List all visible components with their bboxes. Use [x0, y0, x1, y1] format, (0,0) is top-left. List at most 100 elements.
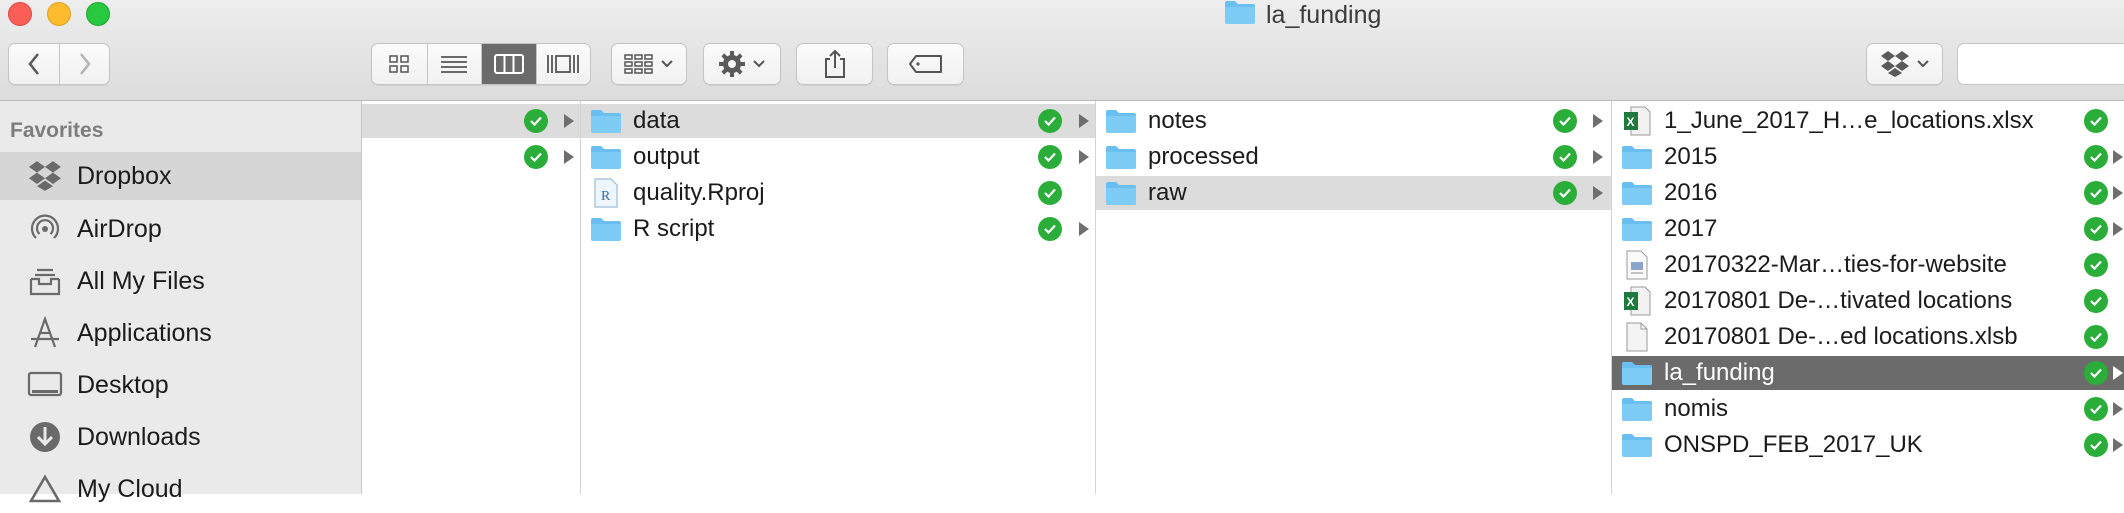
sidebar-item-airdrop[interactable]: AirDrop — [0, 205, 361, 253]
list-item[interactable]: la_funding — [1612, 356, 2124, 390]
list-view-icon — [441, 56, 468, 73]
minimize-window-button[interactable] — [47, 2, 71, 26]
dropbox-menu-button[interactable] — [1866, 43, 1943, 85]
search-input[interactable] — [1957, 43, 2124, 85]
navigation-buttons — [8, 43, 110, 85]
svg-text:X: X — [1627, 115, 1635, 129]
folder-icon — [1620, 394, 1654, 424]
folder-icon — [1620, 178, 1654, 208]
icon-view-icon — [389, 55, 409, 73]
document-file-icon — [1620, 250, 1654, 280]
arrange-grid-icon — [624, 54, 653, 74]
sync-check-icon — [1038, 109, 1062, 133]
sidebar-item-downloads[interactable]: Downloads — [0, 413, 361, 461]
file-name: output — [633, 143, 700, 170]
sidebar-item-all-my-files[interactable]: All My Files — [0, 257, 361, 305]
sidebar-item-dropbox[interactable]: Dropbox — [0, 152, 361, 200]
dropbox-icon — [26, 157, 64, 195]
list-item[interactable]: X 20170801 De-…tivated locations — [1612, 284, 2124, 318]
all-files-icon — [26, 262, 64, 300]
action-button[interactable] — [703, 43, 781, 85]
list-item[interactable]: raw — [1096, 176, 1611, 210]
column-view-icon — [493, 54, 524, 74]
disclosure-arrow-icon — [1593, 114, 1603, 128]
window-title: la_funding — [1224, 0, 1381, 30]
column-1 — [362, 101, 581, 494]
list-item[interactable]: output — [581, 140, 1095, 174]
disclosure-arrow-icon — [564, 150, 574, 164]
back-button[interactable] — [9, 44, 59, 84]
sidebar-item-applications[interactable]: Applications — [0, 309, 361, 357]
file-name: raw — [1148, 179, 1187, 206]
list-item[interactable]: nomis — [1612, 392, 2124, 426]
svg-text:X: X — [1627, 295, 1635, 309]
gallery-view-icon — [547, 55, 580, 73]
file-name: 2017 — [1664, 215, 1718, 242]
share-icon — [824, 49, 845, 78]
window-title-label: la_funding — [1266, 0, 1382, 29]
file-name: quality.Rproj — [633, 179, 765, 206]
sync-check-icon — [1553, 145, 1577, 169]
sync-check-icon — [2084, 325, 2108, 349]
sidebar-item-desktop[interactable]: Desktop — [0, 361, 361, 409]
list-item[interactable] — [362, 104, 580, 138]
file-name: 2016 — [1664, 179, 1718, 206]
gallery-view-button[interactable] — [535, 44, 591, 84]
forward-button[interactable] — [59, 44, 109, 84]
file-name: processed — [1148, 143, 1259, 170]
close-window-button[interactable] — [8, 2, 32, 26]
chevron-down-icon — [1916, 60, 1929, 68]
column-2: data output R quality.Rproj R script — [581, 101, 1096, 494]
column-4: X 1_June_2017_H…e_locations.xlsx 2015 20… — [1612, 101, 2124, 494]
tag-icon — [908, 55, 942, 73]
file-name: ONSPD_FEB_2017_UK — [1664, 431, 1923, 458]
list-item[interactable]: R quality.Rproj — [581, 176, 1095, 210]
list-item[interactable]: R script — [581, 212, 1095, 246]
disclosure-arrow-icon — [1079, 114, 1089, 128]
list-item[interactable]: 20170322-Mar…ties-for-website — [1612, 248, 2124, 282]
list-item[interactable]: processed — [1096, 140, 1611, 174]
list-item[interactable] — [362, 140, 580, 174]
sidebar-item-label: AirDrop — [77, 214, 162, 243]
sync-check-icon — [2084, 289, 2108, 313]
chevron-down-icon — [661, 60, 673, 68]
zoom-window-button[interactable] — [86, 2, 110, 26]
cloud-icon — [26, 470, 64, 508]
disclosure-arrow-icon — [2113, 222, 2123, 236]
applications-icon — [26, 314, 64, 352]
list-item[interactable]: 2015 — [1612, 140, 2124, 174]
list-item[interactable]: ONSPD_FEB_2017_UK — [1612, 428, 2124, 462]
disclosure-arrow-icon — [1079, 150, 1089, 164]
list-item[interactable]: 2016 — [1612, 176, 2124, 210]
list-item[interactable]: 20170801 De-…ed locations.xlsb — [1612, 320, 2124, 354]
file-name: nomis — [1664, 395, 1729, 422]
icon-view-button[interactable] — [372, 44, 427, 84]
tags-button[interactable] — [887, 43, 964, 85]
excel-file-icon: X — [1620, 106, 1654, 136]
chevron-left-icon — [28, 53, 39, 75]
sync-check-icon — [2084, 397, 2108, 421]
file-name: 20170322-Mar…ties-for-website — [1664, 251, 2007, 278]
file-name: R script — [633, 215, 715, 242]
sync-check-icon — [1038, 217, 1062, 241]
list-item[interactable]: 2017 — [1612, 212, 2124, 246]
sync-check-icon — [524, 145, 548, 169]
column-view-button[interactable] — [481, 44, 536, 84]
sidebar-item-my-cloud[interactable]: My Cloud — [0, 465, 361, 513]
sync-check-icon — [2084, 109, 2108, 133]
chevron-down-icon — [753, 60, 765, 68]
disclosure-arrow-icon — [1079, 222, 1089, 236]
list-item[interactable]: notes — [1096, 104, 1611, 138]
svg-text:R: R — [601, 189, 611, 204]
folder-icon — [1620, 430, 1654, 460]
file-name: 2015 — [1664, 143, 1718, 170]
sync-check-icon — [1553, 181, 1577, 205]
list-item[interactable]: X 1_June_2017_H…e_locations.xlsx — [1612, 104, 2124, 138]
excel-file-icon: X — [1620, 286, 1654, 316]
arrange-button[interactable] — [611, 43, 687, 85]
share-button[interactable] — [796, 43, 873, 85]
folder-icon — [1104, 142, 1138, 172]
list-item[interactable]: data — [581, 104, 1095, 138]
folder-icon — [589, 214, 623, 244]
list-view-button[interactable] — [426, 44, 482, 84]
